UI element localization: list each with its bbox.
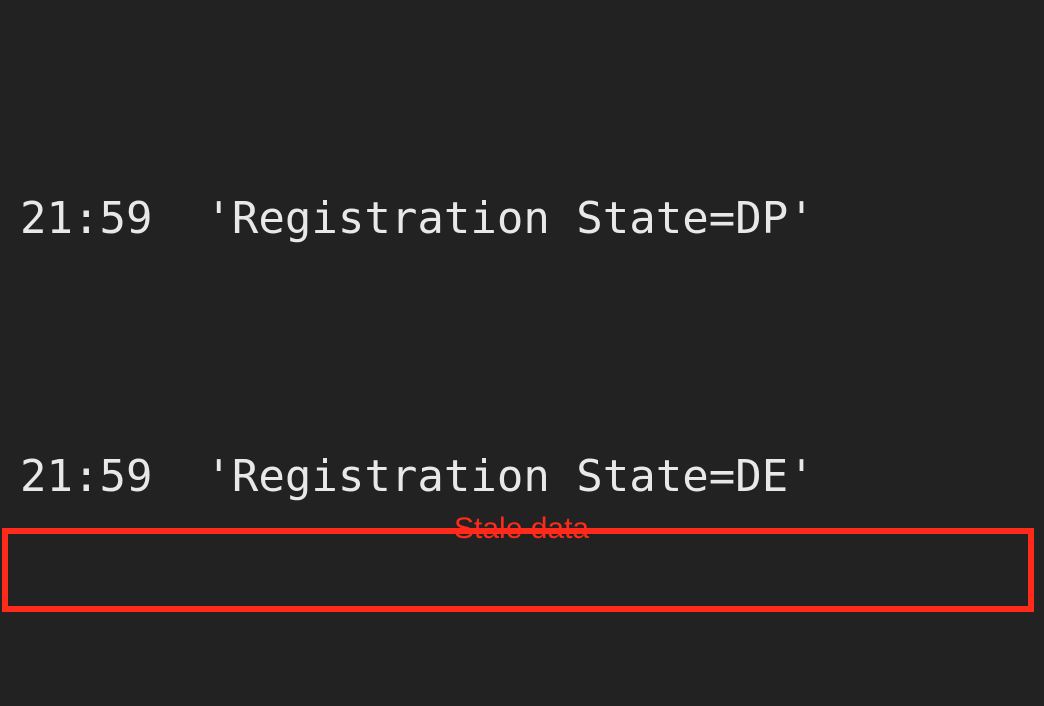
log-line: 21:59 'Registration State=CT' — [0, 692, 1044, 706]
stale-data-annotation: Stale data — [454, 486, 589, 572]
log-time: 21:59 — [20, 193, 152, 244]
log-time: 21:59 — [20, 451, 152, 502]
terminal-output: 21:59 'Registration State=DP' 21:59 'Reg… — [0, 0, 1044, 706]
log-line: 21:59 'Registration State=DP' — [0, 176, 1044, 262]
log-message: 'Registration State=DP' — [205, 193, 814, 244]
